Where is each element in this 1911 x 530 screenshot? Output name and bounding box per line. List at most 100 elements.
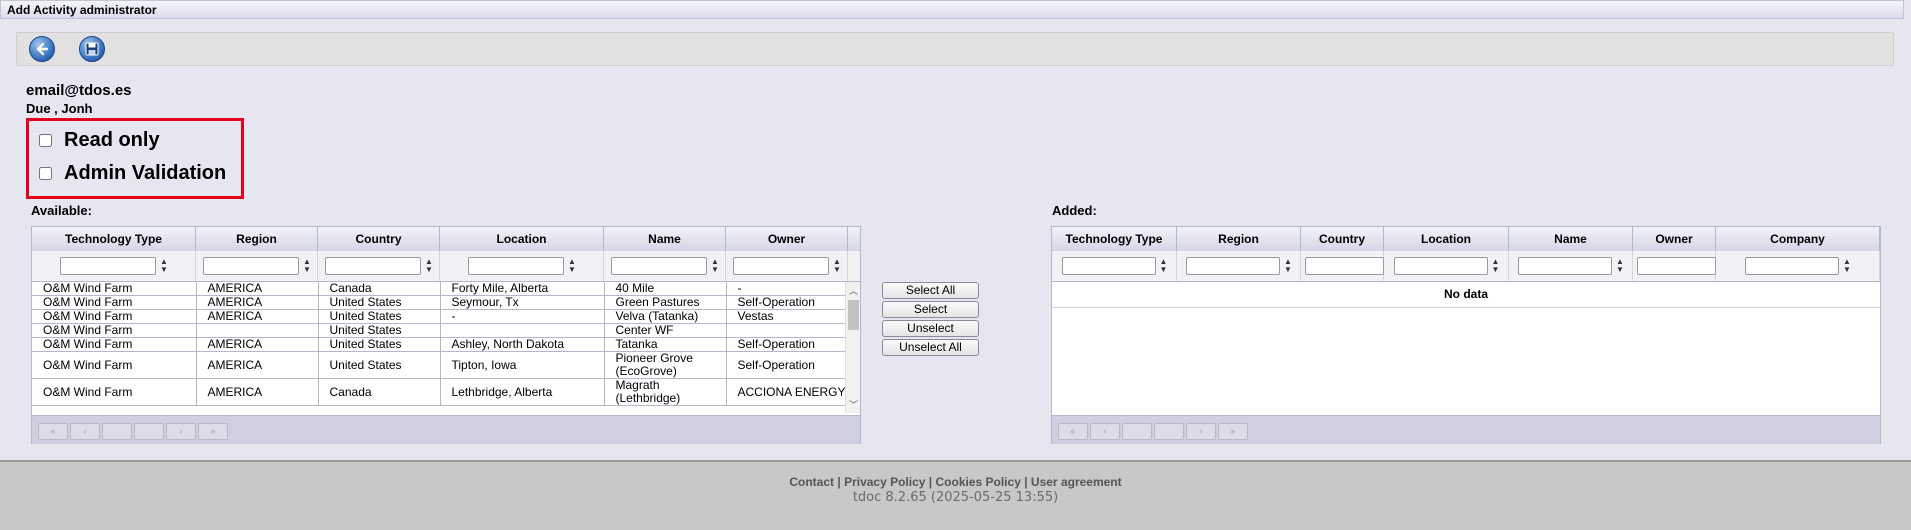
added-empty-message: No data: [1052, 287, 1880, 308]
user-agreement-link[interactable]: User agreement: [1031, 475, 1122, 489]
sort-icon[interactable]: ▲ ▼: [1492, 258, 1500, 274]
table-cell: Self-Operation: [726, 295, 849, 310]
sort-icon[interactable]: ▲ ▼: [1843, 258, 1851, 274]
sort-icon[interactable]: ▲ ▼: [1160, 258, 1168, 274]
scroll-up-icon[interactable]: ︿: [849, 284, 858, 297]
sort-icon[interactable]: ▲ ▼: [833, 258, 841, 274]
pager-next-button[interactable]: ›: [166, 423, 196, 440]
save-button[interactable]: [79, 36, 105, 62]
table-cell: O&M Wind Farm: [32, 282, 197, 296]
filter-name-input[interactable]: [1518, 257, 1612, 275]
available-col-owner[interactable]: Owner: [726, 227, 848, 251]
select-all-button[interactable]: Select All: [882, 282, 979, 299]
table-cell: AMERICA: [196, 378, 319, 406]
filter-location-input[interactable]: [468, 257, 564, 275]
table-cell: Magrath (Lethbridge): [604, 378, 727, 406]
contact-link[interactable]: Contact: [789, 475, 834, 489]
table-row[interactable]: O&M Wind Farm AMERICA United States Tipton,…: [32, 351, 849, 379]
sort-icon[interactable]: ▲ ▼: [425, 258, 433, 274]
added-grid: Technology Type Region Country Location …: [1051, 226, 1881, 444]
pager-next-button[interactable]: ›: [1186, 423, 1216, 440]
footer-separator: |: [837, 475, 841, 489]
table-cell: Seymour, Tx: [440, 295, 605, 310]
filter-technology-type-input[interactable]: [60, 257, 156, 275]
user-name: Due , Jonh: [26, 101, 93, 116]
table-row[interactable]: O&M Wind Farm United States Center WF: [32, 323, 849, 338]
privacy-policy-link[interactable]: Privacy Policy: [844, 475, 925, 489]
pager-prev-button[interactable]: ‹: [1090, 423, 1120, 440]
permission-options-box: Read only Admin Validation: [26, 118, 244, 199]
pager-page-box[interactable]: [102, 423, 132, 440]
added-col-owner[interactable]: Owner: [1633, 227, 1716, 251]
pager-first-button[interactable]: «: [38, 423, 68, 440]
available-col-region[interactable]: Region: [196, 227, 318, 251]
filter-region-input[interactable]: [203, 257, 299, 275]
added-col-country[interactable]: Country: [1301, 227, 1384, 251]
filter-region-input[interactable]: [1186, 257, 1280, 275]
sort-icon[interactable]: ▲ ▼: [568, 258, 576, 274]
table-cell: United States: [318, 309, 441, 324]
table-cell: Vestas: [726, 309, 849, 324]
table-cell: Tatanka: [604, 337, 727, 352]
sort-icon[interactable]: ▲ ▼: [1284, 258, 1292, 274]
available-scrollbar[interactable]: ︿ ﹀: [845, 282, 860, 413]
unselect-all-button[interactable]: Unselect All: [882, 339, 979, 356]
pager-last-button[interactable]: »: [1218, 423, 1248, 440]
table-cell: O&M Wind Farm: [32, 309, 197, 324]
filter-technology-type-input[interactable]: [1061, 257, 1156, 275]
sort-icon[interactable]: ▲ ▼: [160, 258, 168, 274]
table-cell: ACCIONA ENERGY: [726, 378, 849, 406]
admin-validation-checkbox[interactable]: [39, 167, 52, 180]
table-row[interactable]: O&M Wind Farm AMERICA Canada Forty Mile, Al…: [32, 282, 849, 296]
available-col-location[interactable]: Location: [440, 227, 604, 251]
added-col-location[interactable]: Location: [1384, 227, 1509, 251]
scroll-thumb[interactable]: [848, 300, 859, 330]
scroll-down-icon[interactable]: ﹀: [849, 398, 858, 411]
sort-icon[interactable]: ▲ ▼: [303, 258, 311, 274]
unselect-button[interactable]: Unselect: [882, 320, 979, 337]
filter-country-input[interactable]: [325, 257, 421, 275]
filter-owner-input[interactable]: [733, 257, 829, 275]
added-col-region[interactable]: Region: [1177, 227, 1301, 251]
table-cell: Green Pastures: [604, 295, 727, 310]
available-filter-row: ▲ ▼ ▲ ▼ ▲ ▼ ▲ ▼ ▲ ▼ ▲ ▼: [32, 251, 860, 282]
table-row[interactable]: O&M Wind Farm AMERICA United States Seymour…: [32, 295, 849, 310]
table-row[interactable]: O&M Wind Farm AMERICA United States Ashley,…: [32, 337, 849, 352]
sort-icon[interactable]: ▲ ▼: [1616, 258, 1624, 274]
select-button[interactable]: Select: [882, 301, 979, 318]
table-cell: AMERICA: [196, 309, 319, 324]
table-cell: O&M Wind Farm: [32, 378, 197, 406]
available-col-country[interactable]: Country: [318, 227, 440, 251]
back-button[interactable]: [29, 36, 55, 62]
available-col-technology-type[interactable]: Technology Type: [32, 227, 196, 251]
pager-page-box[interactable]: [1122, 423, 1152, 440]
table-cell: -: [726, 282, 849, 296]
table-cell: United States: [318, 295, 441, 310]
pager-first-button[interactable]: «: [1058, 423, 1088, 440]
read-only-checkbox[interactable]: [39, 134, 52, 147]
table-row[interactable]: O&M Wind Farm AMERICA United States - Velva …: [32, 309, 849, 324]
table-cell: AMERICA: [196, 282, 319, 296]
filter-name-input[interactable]: [611, 257, 707, 275]
added-col-company[interactable]: Company: [1716, 227, 1880, 251]
added-col-technology-type[interactable]: Technology Type: [1052, 227, 1177, 251]
table-cell: O&M Wind Farm: [32, 351, 197, 379]
filter-company-input[interactable]: [1745, 257, 1839, 275]
available-pager: « ‹ › »: [32, 415, 860, 444]
read-only-option[interactable]: Read only: [39, 129, 160, 152]
pager-prev-button[interactable]: ‹: [70, 423, 100, 440]
added-col-name[interactable]: Name: [1509, 227, 1633, 251]
pager-last-button[interactable]: »: [198, 423, 228, 440]
filter-owner-input[interactable]: [1637, 257, 1716, 275]
footer-separator: |: [928, 475, 933, 489]
filter-country-input[interactable]: [1305, 257, 1384, 275]
table-cell: [196, 323, 319, 338]
table-row[interactable]: O&M Wind Farm AMERICA Canada Lethbridge, Al…: [32, 378, 849, 406]
admin-validation-option[interactable]: Admin Validation: [39, 162, 226, 185]
cookies-policy-link[interactable]: Cookies Policy: [936, 475, 1021, 489]
available-col-name[interactable]: Name: [604, 227, 726, 251]
table-cell: [726, 323, 849, 338]
window-title: Add Activity administrator: [0, 0, 1904, 19]
filter-location-input[interactable]: [1393, 257, 1488, 275]
sort-icon[interactable]: ▲ ▼: [711, 258, 719, 274]
